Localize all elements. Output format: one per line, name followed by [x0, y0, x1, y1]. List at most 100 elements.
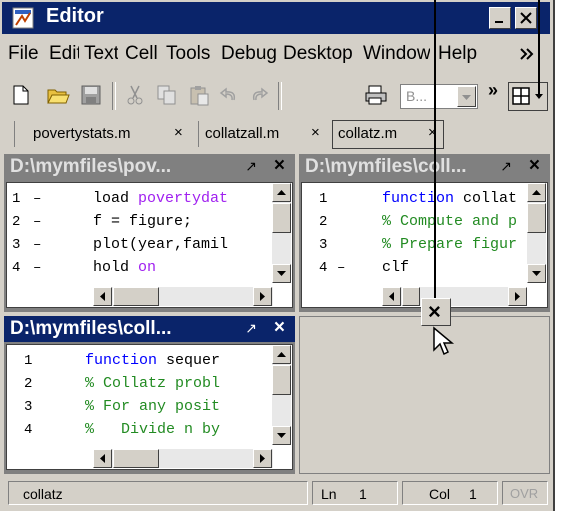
- tab-close-icon[interactable]: ×: [174, 124, 183, 141]
- scroll-left-button[interactable]: [93, 287, 112, 306]
- toolbar: B... »: [2, 76, 550, 116]
- scroll-thumb[interactable]: [113, 449, 159, 468]
- scroll-up-button[interactable]: [272, 345, 291, 364]
- editor-pane-collatz-active: D:\mymfiles\coll... ↗ × 1 2 3 4 function…: [4, 316, 295, 474]
- scroll-thumb[interactable]: [113, 287, 159, 306]
- code-line[interactable]: load povertydat: [93, 190, 228, 207]
- tab-collatz[interactable]: collatz.m ×: [332, 120, 444, 149]
- chevron-down-icon: [462, 95, 471, 100]
- breakpoint-marker[interactable]: –: [33, 260, 41, 276]
- breakpoint-marker[interactable]: –: [33, 191, 41, 207]
- pane-header[interactable]: D:\mymfiles\coll... ↗ ×: [4, 316, 295, 342]
- tile-layout-button[interactable]: [508, 82, 548, 111]
- scroll-thumb[interactable]: [272, 365, 291, 395]
- code-token: % Prepare figur: [382, 236, 518, 253]
- code-line[interactable]: % Divide n by: [85, 421, 220, 438]
- vertical-scrollbar[interactable]: [527, 183, 546, 283]
- tab-close-icon[interactable]: ×: [311, 124, 320, 141]
- menu-debug[interactable]: Debug: [221, 43, 277, 69]
- code-area[interactable]: 1 – 2 – 3 – 4 – load povertydat f = figur…: [6, 182, 293, 308]
- scroll-thumb[interactable]: [527, 203, 546, 233]
- scroll-down-button[interactable]: [272, 426, 291, 445]
- code-line[interactable]: hold on: [93, 259, 156, 276]
- undock-icon[interactable]: ↗: [245, 158, 257, 175]
- line-number: 1: [319, 191, 328, 207]
- code-line[interactable]: plot(year,famil: [93, 236, 228, 253]
- code-line[interactable]: % Prepare figur: [382, 236, 517, 253]
- scroll-thumb[interactable]: [272, 203, 291, 233]
- menu-window[interactable]: Window: [363, 43, 430, 69]
- redo-button[interactable]: [244, 80, 274, 110]
- code-token: % For any posit: [85, 398, 221, 415]
- scroll-thumb[interactable]: [402, 287, 420, 306]
- undock-icon[interactable]: ↗: [500, 158, 512, 175]
- code-line[interactable]: % For any posit: [85, 398, 220, 415]
- stack-combo[interactable]: B...: [400, 84, 478, 109]
- print-button[interactable]: [360, 80, 390, 110]
- menu-text[interactable]: Text: [84, 43, 118, 69]
- toolbar-overflow-button[interactable]: »: [488, 80, 498, 101]
- code-area[interactable]: 1 2 3 4 – function collat % Compute and p…: [301, 182, 548, 308]
- pane-close-icon[interactable]: ×: [274, 317, 285, 339]
- breakpoint-marker[interactable]: –: [337, 260, 345, 276]
- breakpoint-marker[interactable]: –: [33, 237, 41, 253]
- code-line[interactable]: f = figure;: [93, 213, 192, 230]
- code-area[interactable]: 1 2 3 4 function sequer % Collatz probl % …: [6, 344, 293, 470]
- pane-header[interactable]: D:\mymfiles\coll... ↗ ×: [299, 154, 550, 180]
- scroll-left-button[interactable]: [382, 287, 401, 306]
- pane-close-icon[interactable]: ×: [274, 155, 285, 177]
- code-line[interactable]: clf: [382, 259, 409, 276]
- menu-tools[interactable]: Tools: [166, 43, 217, 69]
- copy-button[interactable]: [152, 80, 182, 110]
- line-number: 1: [24, 353, 33, 369]
- status-ln-value: 1: [359, 486, 367, 502]
- code-token: collat: [463, 190, 518, 207]
- floating-close-button[interactable]: ×: [421, 298, 451, 326]
- breakpoint-marker[interactable]: –: [33, 214, 41, 230]
- cut-button[interactable]: [120, 80, 150, 110]
- menu-desktop[interactable]: Desktop: [283, 43, 357, 69]
- code-line[interactable]: function collat: [382, 190, 517, 207]
- code-line[interactable]: function sequer: [85, 352, 220, 369]
- code-line[interactable]: % Compute and p: [382, 213, 517, 230]
- menu-help[interactable]: Help: [438, 43, 480, 69]
- status-bar: collatz Ln 1 Col 1 OVR: [2, 478, 550, 508]
- toolbar-separator: [112, 82, 116, 110]
- scroll-down-button[interactable]: [272, 264, 291, 283]
- close-window-button[interactable]: [515, 7, 537, 29]
- tab-collatzall[interactable]: collatzall.m ×: [198, 121, 329, 147]
- scroll-right-button[interactable]: [253, 449, 272, 468]
- open-file-button[interactable]: [42, 80, 72, 110]
- vertical-scrollbar[interactable]: [272, 183, 291, 283]
- scroll-up-button[interactable]: [527, 183, 546, 202]
- combo-dropdown-button[interactable]: [457, 86, 476, 107]
- save-button[interactable]: [76, 80, 106, 110]
- horizontal-scrollbar[interactable]: [93, 287, 273, 306]
- undo-button[interactable]: [214, 80, 244, 110]
- menu-edit[interactable]: Edit: [49, 43, 79, 69]
- menu-overflow-button[interactable]: [516, 43, 546, 69]
- pane-close-icon[interactable]: ×: [529, 155, 540, 177]
- paste-button[interactable]: [184, 80, 214, 110]
- title-bar[interactable]: Editor: [2, 2, 550, 34]
- horizontal-scrollbar[interactable]: [382, 287, 527, 306]
- undock-icon[interactable]: ↗: [245, 320, 257, 337]
- menu-file[interactable]: File: [8, 43, 44, 69]
- vertical-scrollbar[interactable]: [272, 345, 291, 445]
- code-line[interactable]: % Collatz probl: [85, 375, 220, 392]
- arrow-right-icon: [260, 454, 265, 463]
- scroll-up-button[interactable]: [272, 183, 291, 202]
- scroll-left-button[interactable]: [93, 449, 112, 468]
- scroll-down-button[interactable]: [527, 264, 546, 283]
- menu-cell[interactable]: Cell: [125, 43, 163, 69]
- empty-pane: [299, 316, 550, 474]
- status-file: collatz: [8, 481, 308, 505]
- scroll-right-button[interactable]: [508, 287, 527, 306]
- cut-icon: [127, 85, 143, 105]
- minimize-button[interactable]: [489, 7, 511, 29]
- scroll-right-button[interactable]: [253, 287, 272, 306]
- horizontal-scrollbar[interactable]: [93, 449, 273, 468]
- tab-povertystats[interactable]: povertystats.m ×: [14, 121, 195, 147]
- new-file-button[interactable]: [6, 80, 36, 110]
- pane-header[interactable]: D:\mymfiles\pov... ↗ ×: [4, 154, 295, 180]
